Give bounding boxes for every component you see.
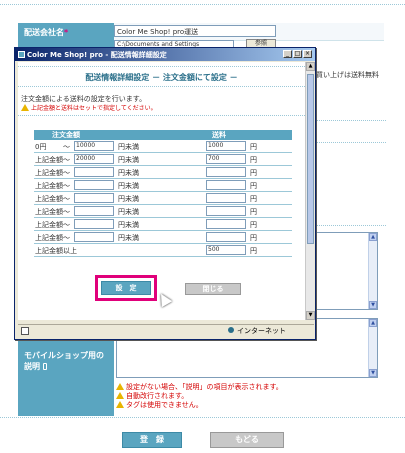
mobile-scroll-up-icon[interactable]: ▲ [369, 319, 377, 327]
amount-input[interactable] [74, 232, 114, 242]
fee-input[interactable] [206, 167, 246, 177]
fee-input[interactable] [206, 193, 246, 203]
popup-heading: 配送情報詳細設定 － 注文金額にて設定 － [85, 73, 238, 82]
warning-line-3: タグは使用できません。 [116, 401, 378, 410]
table-row: 上記金額～ 円未満 円 [34, 179, 292, 192]
row-divider-right-2 [316, 142, 386, 143]
internet-zone-icon [228, 327, 234, 333]
heading-divider [18, 86, 305, 87]
popup-content: 配送情報詳細設定 － 注文金額にて設定 － 注文金額による送料の設定を行います。… [18, 62, 305, 320]
row-divider-right-3 [316, 225, 386, 226]
amount-column-header: 注文金額 [34, 130, 202, 140]
amount-input[interactable] [74, 167, 114, 177]
warning-line-1: 設定がない場合、「説明」の項目が表示されます。 [116, 383, 378, 392]
row-divider-right-1 [316, 120, 386, 121]
amount-input[interactable]: 20000 [74, 154, 114, 164]
close-icon[interactable]: × [303, 50, 312, 58]
content-top-divider [18, 66, 305, 67]
table-row: 0円 ～ 10000 円未満 1000 円 [34, 140, 292, 153]
scroll-down-icon[interactable]: ▼ [369, 301, 377, 309]
maximize-icon[interactable]: □ [293, 50, 302, 58]
table-row: 上記金額～ 円未満 円 [34, 205, 292, 218]
register-button[interactable]: 登 録 [122, 432, 182, 448]
warning-icon [116, 383, 124, 390]
popup-titlebar: Color Me Shop! pro - 配送情報詳細設定 [15, 48, 315, 61]
warning-icon [21, 104, 29, 111]
textarea-scrollbar[interactable]: ▲ ▼ [368, 233, 377, 309]
amount-input[interactable] [74, 206, 114, 216]
popup-scrollbar[interactable]: ▲ ▼ [305, 62, 315, 320]
mobile-textarea-scrollbar[interactable]: ▲ ▼ [368, 319, 377, 377]
amount-input[interactable] [74, 193, 114, 203]
carrier-name-label: 配送会社名* [18, 23, 114, 39]
warning-line-2: 自動改行されます。 [116, 392, 378, 401]
carrier-name-input[interactable]: Color Me Shop! pro運送 [114, 25, 276, 37]
fee-input[interactable]: 1000 [206, 141, 246, 151]
table-row: 上記金額～ 円未満 円 [34, 192, 292, 205]
top-divider [0, 4, 405, 5]
mouse-cursor-icon [155, 290, 173, 308]
set-button[interactable]: 設 定 [101, 281, 151, 295]
mobile-warnings: 設定がない場合、「説明」の項目が表示されます。 自動改行されます。 タグは使用で… [116, 383, 378, 410]
scroll-down-icon[interactable]: ▼ [306, 311, 315, 320]
scroll-up-icon[interactable]: ▲ [306, 62, 315, 71]
popup-warning: 上記金額と送料はセットで指定してください。 [21, 103, 157, 112]
table-row: 上記金額～ 円未満 円 [34, 218, 292, 231]
minimize-icon[interactable]: _ [283, 50, 292, 58]
popup-statusbar: インターネット [18, 324, 314, 337]
amount-input[interactable]: 10000 [74, 141, 114, 151]
page-icon [21, 327, 29, 335]
fee-input[interactable] [206, 206, 246, 216]
free-shipping-note: 買い上げは送料無料 [316, 71, 379, 79]
description-textarea-right[interactable]: ▲ ▼ [316, 232, 378, 310]
shipping-detail-popup: Color Me Shop! pro - 配送情報詳細設定 _ □ × 配送情報… [14, 47, 316, 340]
fee-input[interactable] [206, 180, 246, 190]
table-row: 上記金額～ 20000 円未満 700 円 [34, 153, 292, 166]
description-divider [18, 115, 305, 116]
back-button[interactable]: もどる [210, 432, 284, 448]
fee-input[interactable] [206, 232, 246, 242]
scroll-up-icon[interactable]: ▲ [369, 233, 377, 241]
table-row: 上記金額～ 円未満 円 [34, 231, 292, 244]
bottom-divider [0, 417, 405, 418]
mobile-phone-icon [42, 363, 47, 370]
close-button[interactable]: 閉じる [185, 283, 241, 295]
fee-column-header: 送料 [202, 130, 292, 140]
fee-input[interactable]: 500 [206, 245, 246, 255]
fee-input[interactable]: 700 [206, 154, 246, 164]
warning-icon [116, 401, 124, 408]
browser-icon [18, 51, 25, 58]
scroll-thumb[interactable] [307, 74, 314, 244]
table-row: 上記金額～ 円未満 円 [34, 166, 292, 179]
amount-input[interactable] [74, 219, 114, 229]
mobile-scroll-down-icon[interactable]: ▼ [369, 369, 377, 377]
table-row-last: 上記金額以上 500 円 [34, 244, 292, 257]
amount-input[interactable] [74, 180, 114, 190]
fee-input[interactable] [206, 219, 246, 229]
warning-icon [116, 392, 124, 399]
